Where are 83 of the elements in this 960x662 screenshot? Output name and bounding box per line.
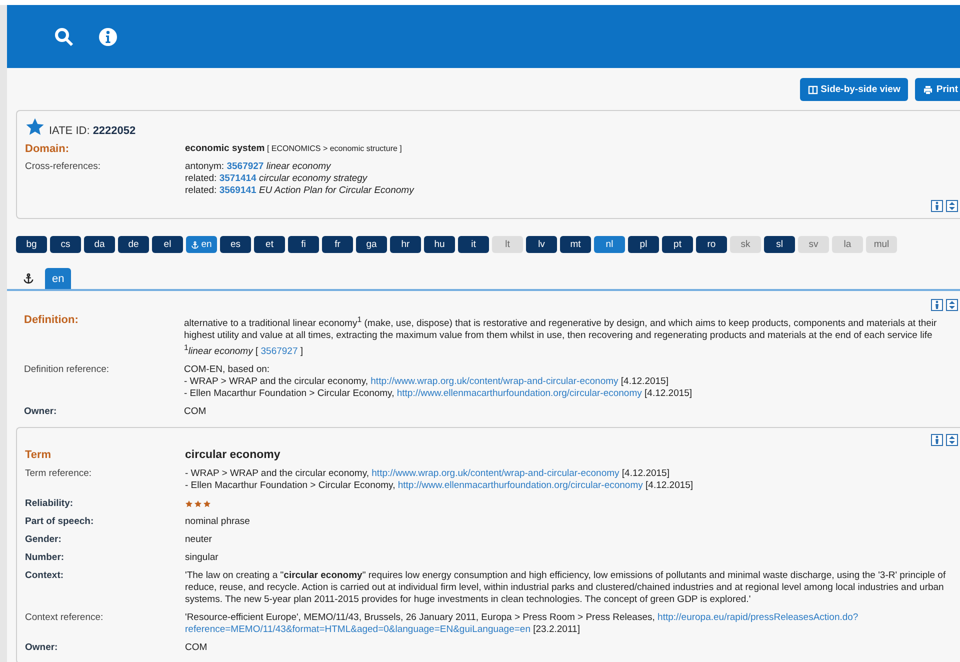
link[interactable]: http://www.ellenmacarthurfoundation.org/circular-economy — [396, 388, 642, 400]
field-value: COM — [184, 406, 208, 418]
print-button[interactable]: Print — [915, 78, 960, 101]
field-value: - Ellen Macarthur Foundation > Circular Economy, http://www.ellenmacarthurfoundation.org/circular-economy [4.12.2015] — [185, 480, 694, 492]
field-label: Number: — [25, 552, 66, 564]
info-icon[interactable] — [98, 26, 118, 46]
field-label: Part of speech: — [25, 516, 95, 528]
field-value: nominal phrase — [185, 516, 251, 528]
field-value: antonym: 3567927 linear economy — [185, 161, 332, 173]
language-button[interactable]: sv — [798, 236, 829, 253]
link[interactable]: 3571414 — [219, 173, 256, 184]
field-value: reference=MEMO/11/43&format=HTML&aged=0&language=EN&guiLanguage=en [23.2.2011] — [185, 624, 581, 636]
field-value: neuter — [185, 534, 213, 546]
field-value: - WRAP > WRAP and the circular economy, http://www.wrap.org.uk/content/wrap-and-circular-economy [4.12.2015] — [184, 376, 670, 388]
link[interactable]: http://www.wrap.org.uk/content/wrap-and-circular-economy — [370, 376, 618, 388]
expand-icon[interactable] — [946, 299, 958, 311]
language-button[interactable]: la — [832, 236, 863, 253]
field-label: Reliability: — [25, 498, 74, 510]
field-value: COM — [185, 642, 208, 654]
field-value: economic system [ ECONOMICS > economic structure ] — [185, 143, 403, 155]
language-button[interactable]: sk — [730, 236, 761, 253]
field-value: - WRAP > WRAP and the circular economy, http://www.wrap.org.uk/content/wrap-and-circular-economy [4.12.2015] — [185, 468, 670, 480]
entry-id: IATE ID: 2222052 — [49, 125, 136, 137]
link[interactable]: reference=MEMO/11/43&format=HTML&aged=0&language=EN&guiLanguage=en — [185, 624, 530, 636]
columns-icon — [808, 84, 818, 94]
anchor-icon — [23, 273, 34, 284]
language-button[interactable]: fi — [288, 236, 319, 253]
language-button[interactable]: es — [220, 236, 251, 253]
language-button[interactable]: sl — [764, 236, 795, 253]
language-tab[interactable]: en — [45, 268, 72, 289]
field-label: Definition reference: — [24, 364, 110, 378]
link[interactable]: 3567927 — [226, 161, 264, 172]
link[interactable]: http://www.wrap.org.uk/content/wrap-and-circular-economy — [372, 468, 620, 480]
field-label: Term — [25, 449, 52, 462]
language-button[interactable]: lt — [492, 236, 523, 253]
language-button[interactable]: pl — [628, 236, 659, 253]
language-button[interactable]: cs — [50, 236, 81, 253]
field-label: Definition: — [24, 314, 80, 328]
field-label: Term reference: — [25, 468, 93, 482]
language-button[interactable]: ro — [696, 236, 727, 253]
language-button[interactable]: el — [152, 236, 183, 253]
language-button[interactable]: en — [186, 236, 217, 253]
side-by-side-button[interactable]: Side-by-side view — [800, 78, 908, 101]
link[interactable]: http://europa.eu/rapid/pressReleasesAction.do? — [658, 612, 858, 624]
language-button[interactable]: mul — [866, 236, 897, 253]
expand-icon[interactable] — [946, 200, 958, 212]
field-value: COM-EN, based on: — [184, 364, 271, 376]
language-button[interactable]: ga — [356, 236, 387, 253]
link[interactable]: 3569141 — [219, 185, 256, 196]
print-icon — [923, 84, 934, 94]
field-label: Gender: — [25, 534, 62, 546]
language-button[interactable]: lv — [526, 236, 557, 253]
field-label: Domain: — [25, 143, 70, 155]
field-label: Owner: — [25, 642, 59, 654]
language-button[interactable]: da — [84, 236, 115, 253]
field-value: $^{1}$linear economy [ 3567927 ] — [184, 342, 304, 358]
field-value: singular — [185, 552, 220, 564]
anchor-icon — [191, 240, 200, 248]
expand-icon[interactable] — [946, 434, 958, 446]
field-value: 'Resource-efficient Europe', MEMO/11/43, Brussels, 26 January 2011, Europa > Press Room > Press Releases, http://europa.eu/rapid/pressReleasesAction.do? — [185, 612, 860, 624]
language-button[interactable]: hu — [424, 236, 455, 253]
field-value: - Ellen Macarthur Foundation > Circular Economy, http://www.ellenmacarthurfoundation.org/circular-economy [4.12.2015] — [184, 388, 694, 400]
language-button[interactable]: nl — [594, 236, 625, 253]
language-button[interactable]: pt — [662, 236, 693, 253]
language-button[interactable]: bg — [16, 236, 47, 253]
field-label: Context: — [25, 570, 65, 584]
term-text: circular economy — [185, 449, 282, 462]
language-button[interactable]: hr — [390, 236, 421, 253]
language-button[interactable]: fr — [322, 236, 353, 253]
field-value: related: 3571414 circular economy strategy — [185, 173, 368, 185]
language-button[interactable]: de — [118, 236, 149, 253]
field-label: Context reference: — [25, 612, 104, 626]
star-icon — [25, 117, 45, 137]
field-value: 'The law on creating a "circular economy" requires low energy consumption and high efficiency, low emissions of pollutants and minimal waste discharge, using the '3-R' principle of reduce, reuse, and recycle. Action is carried out at individual firm level, within industrial parks and clustered/chained industries and at regional level among local industries and urban systems. The new 5-year plan 2011-2015 provides for huge investments in clean technologies. The concept of green GDP is explored.' — [185, 570, 946, 606]
search-icon[interactable] — [54, 26, 74, 46]
field-value: related: 3569141 EU Action Plan for Circular Economy — [185, 185, 416, 197]
field-label: Cross-references: — [25, 161, 102, 174]
language-button[interactable]: mt — [560, 236, 591, 253]
field-label: Owner: — [24, 406, 58, 418]
link[interactable]: 3567927 — [260, 346, 298, 358]
language-button[interactable]: it — [458, 236, 489, 253]
language-button[interactable]: et — [254, 236, 285, 253]
link[interactable]: http://www.ellenmacarthurfoundation.org/circular-economy — [398, 480, 643, 492]
